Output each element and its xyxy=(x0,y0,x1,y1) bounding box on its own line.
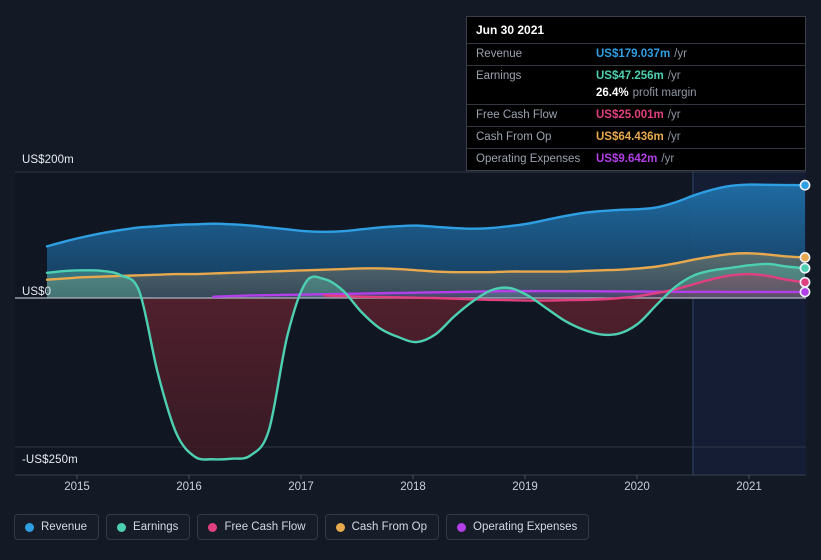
x-axis-tick-2020: 2020 xyxy=(624,481,650,493)
tooltip-row-value: 26.4% xyxy=(596,87,629,99)
tooltip-row-unit: profit margin xyxy=(632,87,697,99)
tooltip-row-unit: /yr xyxy=(667,109,681,121)
tooltip-row-unit: /yr xyxy=(661,153,675,165)
legend-item-operating-expenses[interactable]: Operating Expenses xyxy=(446,514,590,540)
tooltip-row: Earnings US$47.256m/yr xyxy=(467,65,805,87)
tooltip-row-unit: /yr xyxy=(674,48,687,60)
tooltip-row-value: US$9.642m xyxy=(596,153,658,165)
tooltip-date: Jun 30 2021 xyxy=(476,23,545,37)
x-axis-tick-2017: 2017 xyxy=(288,481,314,493)
legend-color-dot-icon xyxy=(457,522,467,532)
legend-color-dot-icon xyxy=(335,522,345,532)
x-axis-tick-2016: 2016 xyxy=(176,481,202,493)
tooltip-row-value: US$47.256m xyxy=(596,70,664,82)
tooltip-rows: Revenue US$179.037m/yr Earnings US$47.256m /… xyxy=(467,43,805,170)
tooltip-row-value: US$179.037m xyxy=(596,48,671,60)
legend-color-dot-icon xyxy=(117,522,127,532)
legend-item-label: Earnings xyxy=(133,521,179,533)
x-axis-tick-2018: 2018 xyxy=(400,481,426,493)
financial-chart-page: US$200m US$0 -US$250m 2015 2016 2017 2018 20… xyxy=(0,0,821,560)
x-axis-tick-2021: 2021 xyxy=(736,481,762,493)
tooltip-row-label: Cash From Op xyxy=(476,131,552,143)
legend-color-dot-icon xyxy=(25,522,34,532)
tooltip-row: Revenue US$179.037m/yr xyxy=(467,43,805,65)
tooltip-row-unit: /yr xyxy=(667,70,681,82)
legend-item-label: Revenue xyxy=(41,521,88,533)
legend-item-cash-from-op[interactable]: Cash From Op xyxy=(324,514,440,540)
legend-item-earnings[interactable]: Earnings xyxy=(106,514,191,540)
legend-item-label: Free Cash Flow xyxy=(224,521,306,533)
legend-color-dot-icon xyxy=(208,522,218,532)
y-axis-label-top: US$200m xyxy=(22,154,74,166)
tooltip-row: Operating Expenses US$9.642m/yr xyxy=(467,148,805,170)
tooltip-row: Cash From Op US$64.436m/yr xyxy=(467,126,805,148)
y-axis-label-zero: US$0 xyxy=(22,286,52,298)
chart-legend: Revenue Earnings Free Cash Flow Cash From O… xyxy=(14,514,590,540)
tooltip-row-unit: /yr xyxy=(667,131,681,143)
tooltip-row: 26.4% profit margin xyxy=(467,87,805,104)
tooltip-row-value: US$25.001m xyxy=(596,109,664,121)
tooltip-row-label: Free Cash Flow xyxy=(476,109,558,121)
legend-item-revenue[interactable]: Revenue xyxy=(14,514,100,540)
tooltip-row-label: Earnings xyxy=(476,70,522,82)
tooltip-row: Free Cash Flow US$25.001m/yr xyxy=(467,104,805,126)
tooltip-row-label: Revenue xyxy=(476,48,523,60)
legend-item-label: Operating Expenses xyxy=(473,521,578,533)
tooltip-row-label: Operating Expenses xyxy=(476,153,581,165)
x-axis-tick-2015: 2015 xyxy=(64,481,90,493)
tooltip-row-value: US$64.436m xyxy=(596,131,664,143)
chart-tooltip: Jun 30 2021 Revenue US$179.037m/yr Earning… xyxy=(466,16,806,171)
legend-item-label: Cash From Op xyxy=(351,521,428,533)
y-axis-label-bottom: -US$250m xyxy=(22,454,78,466)
legend-item-free-cash-flow[interactable]: Free Cash Flow xyxy=(197,514,318,540)
x-axis-tick-2019: 2019 xyxy=(512,481,538,493)
